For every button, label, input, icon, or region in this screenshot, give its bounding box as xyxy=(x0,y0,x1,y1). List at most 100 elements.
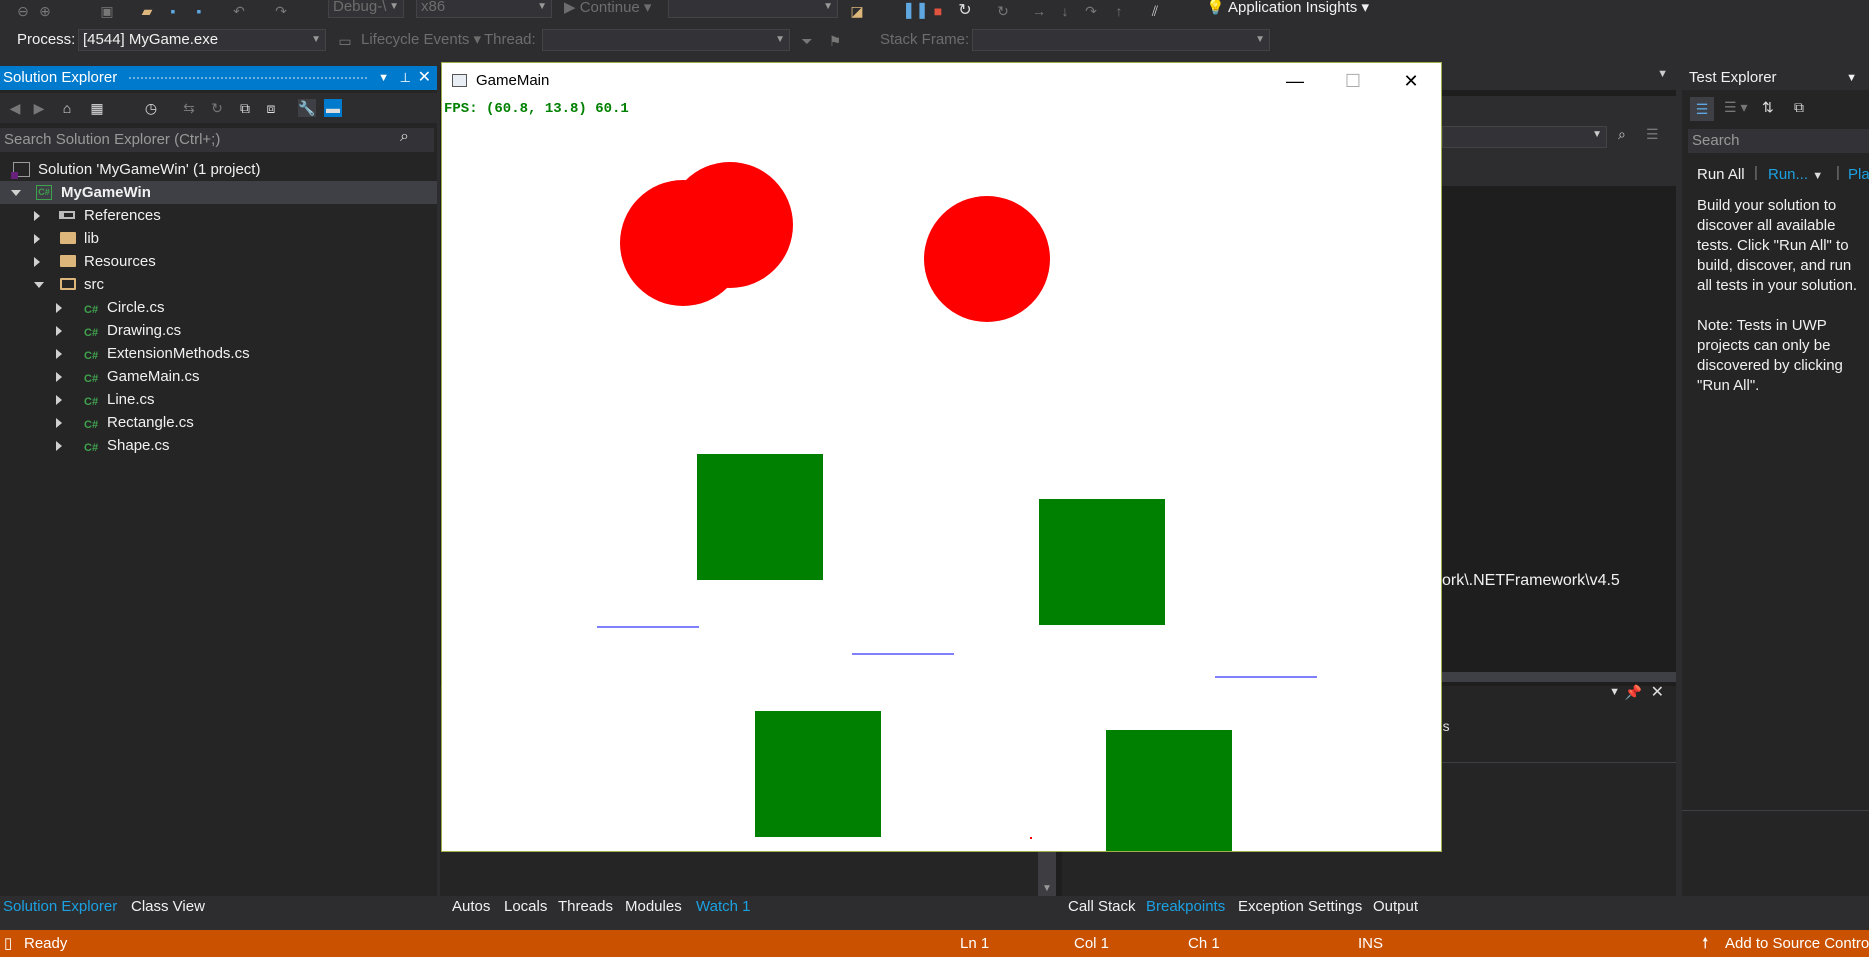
chevron-down-icon[interactable]: ▼ xyxy=(378,66,389,90)
expand-arrow-icon[interactable] xyxy=(11,190,21,196)
new-item-icon[interactable]: ▣ xyxy=(98,2,116,20)
tab-watch-1[interactable]: Watch 1 xyxy=(696,896,750,918)
game-window[interactable]: GameMain — ☐ ✕ FPS: (60.8, 13.8) 60.1 xyxy=(441,62,1442,852)
undo-icon[interactable]: ↶ xyxy=(230,2,248,20)
solution-search-input[interactable]: Search Solution Explorer (Ctrl+;) xyxy=(0,128,434,152)
find-icon[interactable]: ◪ xyxy=(848,2,866,20)
platform-combo[interactable]: x86 ▼ xyxy=(416,0,552,18)
process-combo[interactable]: [4544] MyGame.exe ▼ xyxy=(78,29,326,51)
stack-frame-combo[interactable]: ▼ xyxy=(972,29,1270,51)
expand-arrow-icon[interactable] xyxy=(56,418,62,428)
tree-solution[interactable]: Solution 'MyGameWin' (1 project) xyxy=(0,158,437,181)
output-scrollbar[interactable] xyxy=(1442,672,1676,682)
tab-solution-explorer[interactable]: Solution Explorer xyxy=(3,896,117,918)
test-search-input[interactable]: Search xyxy=(1688,129,1869,153)
save-icon[interactable]: ▪ xyxy=(164,2,182,20)
output-source-combo[interactable]: ▼ xyxy=(1442,126,1607,148)
tree-item-src[interactable]: src xyxy=(0,273,437,296)
tree-item-resources[interactable]: Resources xyxy=(0,250,437,273)
switch-views-icon[interactable]: ▦ xyxy=(88,99,106,117)
expand-arrow-icon[interactable] xyxy=(56,349,62,359)
pause-icon[interactable]: ❚❚ xyxy=(902,2,929,20)
close-icon[interactable]: ✕ xyxy=(1382,63,1440,99)
tree-project[interactable]: C# MyGameWin xyxy=(0,181,437,204)
flag-icon[interactable]: ⚑ xyxy=(826,32,844,50)
expand-arrow-icon[interactable] xyxy=(56,326,62,336)
show-all-files-icon[interactable]: ⧈ xyxy=(262,99,280,117)
tab-class-view[interactable]: Class View xyxy=(131,896,205,918)
pending-changes-icon[interactable]: ◷ xyxy=(142,99,160,117)
tab-call-stack[interactable]: Call Stack xyxy=(1068,896,1136,918)
tree-item-lib[interactable]: lib xyxy=(0,227,437,250)
home-icon[interactable]: ⌂ xyxy=(58,99,76,117)
tree-file-shape[interactable]: C# Shape.cs xyxy=(0,434,437,457)
clear-all-icon[interactable]: ☰ xyxy=(1646,126,1659,143)
configuration-combo[interactable]: Debug-\ ▼ xyxy=(328,0,404,18)
tab-modules[interactable]: Modules xyxy=(625,896,682,918)
tab-breakpoints[interactable]: Breakpoints xyxy=(1146,896,1225,918)
expand-arrow-icon[interactable] xyxy=(56,303,62,313)
tree-file-circle[interactable]: C# Circle.cs xyxy=(0,296,437,319)
tree-file-extensionmethods[interactable]: C# ExtensionMethods.cs xyxy=(0,342,437,365)
stop-icon[interactable]: ■ xyxy=(929,2,947,20)
properties-icon[interactable]: 🔧 xyxy=(298,99,316,117)
step-out-icon[interactable]: ↑ xyxy=(1110,2,1128,20)
game-canvas[interactable]: FPS: (60.8, 13.8) 60.1 xyxy=(442,99,1441,851)
show-next-statement-icon[interactable]: ↻ xyxy=(994,2,1012,20)
sort-icon[interactable]: ☰ ▾ xyxy=(1724,99,1747,116)
tab-exception-settings[interactable]: Exception Settings xyxy=(1238,896,1362,918)
expand-arrow-icon[interactable] xyxy=(56,395,62,405)
chevron-down-icon[interactable]: ▼ xyxy=(1609,686,1620,698)
lifecycle-events-button[interactable]: Lifecycle Events ▾ xyxy=(361,30,481,50)
step-back-icon[interactable]: ↷ xyxy=(1082,2,1100,20)
expand-arrow-icon[interactable] xyxy=(34,257,40,267)
preview-icon[interactable]: ▬ xyxy=(324,99,342,117)
chevron-down-icon[interactable]: ▼ xyxy=(1657,68,1668,80)
settings-icon[interactable]: ⧉ xyxy=(1794,99,1804,116)
columns-icon[interactable]: ⇅ xyxy=(1762,99,1774,116)
minimize-icon[interactable]: — xyxy=(1266,63,1324,99)
expand-arrow-icon[interactable] xyxy=(34,234,40,244)
playlist-button[interactable]: Pla xyxy=(1848,166,1869,183)
tab-autos[interactable]: Autos xyxy=(452,896,490,918)
debug-target-combo[interactable]: ▼ xyxy=(668,0,838,18)
chevron-down-icon[interactable]: ▼ xyxy=(1846,66,1857,90)
tree-file-line[interactable]: C# Line.cs xyxy=(0,388,437,411)
expand-arrow-icon[interactable] xyxy=(34,282,44,288)
pin-icon[interactable]: ⊥ xyxy=(400,66,411,90)
tab-locals[interactable]: Locals xyxy=(504,896,547,918)
tree-file-rectangle[interactable]: C# Rectangle.cs xyxy=(0,411,437,434)
game-window-titlebar[interactable]: GameMain — ☐ ✕ xyxy=(442,63,1441,99)
save-all-icon[interactable]: ▪ xyxy=(190,2,208,20)
search-icon[interactable]: ⌕ xyxy=(400,128,409,146)
expand-arrow-icon[interactable] xyxy=(56,441,62,451)
tree-file-drawing[interactable]: C# Drawing.cs xyxy=(0,319,437,342)
filter-icon[interactable]: ⏷ xyxy=(798,32,816,50)
application-insights-button[interactable]: 💡 Application Insights ▾ xyxy=(1206,0,1369,18)
back-icon[interactable]: ◀ xyxy=(6,99,24,117)
tab-threads[interactable]: Threads xyxy=(558,896,613,918)
maximize-icon[interactable]: ☐ xyxy=(1324,63,1382,99)
expand-arrow-icon[interactable] xyxy=(56,372,62,382)
search-icon[interactable]: ⌕ xyxy=(1618,126,1626,143)
thread-combo[interactable]: ▼ xyxy=(542,29,790,51)
forward-icon[interactable]: ⊕ xyxy=(36,2,54,20)
group-by-icon[interactable]: ☰ xyxy=(1690,97,1714,121)
tree-item-references[interactable]: References xyxy=(0,204,437,227)
close-icon[interactable]: ✕ xyxy=(1651,682,1664,702)
pin-icon[interactable]: 📌 xyxy=(1625,684,1642,701)
tree-file-gamemain[interactable]: C# GameMain.cs xyxy=(0,365,437,388)
expand-arrow-icon[interactable] xyxy=(34,211,40,221)
step-into-icon[interactable]: ↓ xyxy=(1056,2,1074,20)
refresh-icon[interactable]: ↻ xyxy=(208,99,226,117)
run-button[interactable]: Run... ▼ xyxy=(1768,166,1823,183)
run-all-button[interactable]: Run All xyxy=(1697,166,1745,183)
redo-icon[interactable]: ↷ xyxy=(272,2,290,20)
forward-icon[interactable]: ▶ xyxy=(30,99,48,117)
continue-button[interactable]: ▶ Continue ▾ xyxy=(564,0,651,18)
close-icon[interactable]: ✕ xyxy=(418,66,431,90)
restart-icon[interactable]: ↻ xyxy=(956,2,974,20)
tab-output[interactable]: Output xyxy=(1373,896,1418,918)
step-over-icon[interactable]: → xyxy=(1030,2,1048,20)
back-icon[interactable]: ⊖ xyxy=(14,2,32,20)
